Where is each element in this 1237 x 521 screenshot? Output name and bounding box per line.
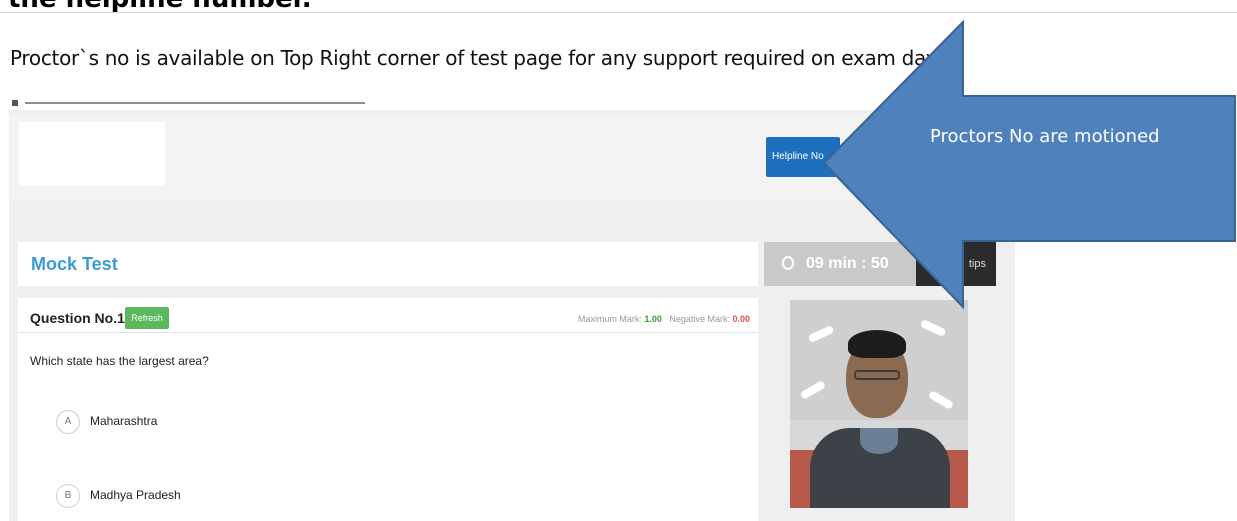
person-hair [848, 330, 906, 358]
refresh-button[interactable]: Refresh [125, 307, 169, 329]
tips-button[interactable]: tips [916, 242, 996, 286]
test-page-screenshot: Helpline No Mock Test 09 min : 50 sec ti… [9, 96, 1015, 521]
question-number: Question No.1 [30, 310, 125, 326]
logo-placeholder [19, 122, 165, 186]
person-collar [860, 428, 898, 454]
clock-icon [782, 256, 794, 270]
neg-mark-value: 0.00 [732, 314, 750, 324]
callout-text: Proctors No are motioned [930, 126, 1160, 147]
divider [0, 12, 1237, 13]
question-text: Which state has the largest area? [30, 354, 209, 368]
question-panel: Question No.1 Refresh Maximum Mark: 1.00… [18, 298, 758, 521]
max-mark-label: Maximum Mark: [577, 314, 642, 324]
person-glasses [854, 370, 900, 380]
option-a-radio[interactable]: A [56, 410, 80, 434]
neg-mark-label: Negative Mark: [669, 314, 730, 324]
helpline-button[interactable]: Helpline No [766, 137, 840, 177]
marks-info: Maximum Mark: 1.00 Negative Mark: 0.00 [578, 314, 750, 324]
option-a-label: Maharashtra [90, 414, 158, 428]
option-b-label: Madhya Pradesh [90, 488, 181, 502]
page-header: Helpline No [9, 114, 1015, 200]
test-title-bar: Mock Test [18, 242, 758, 286]
option-b-radio[interactable]: B [56, 484, 80, 508]
test-title: Mock Test [31, 254, 118, 274]
lock-icon [12, 100, 18, 106]
url-text [25, 102, 365, 104]
max-mark-value: 1.00 [644, 314, 662, 324]
webcam-feed [790, 300, 968, 508]
timer: 09 min : 50 sec [764, 242, 916, 316]
browser-url-bar [9, 96, 1015, 110]
divider [18, 332, 758, 333]
instruction-text: Proctor`s no is available on Top Right c… [10, 46, 941, 70]
